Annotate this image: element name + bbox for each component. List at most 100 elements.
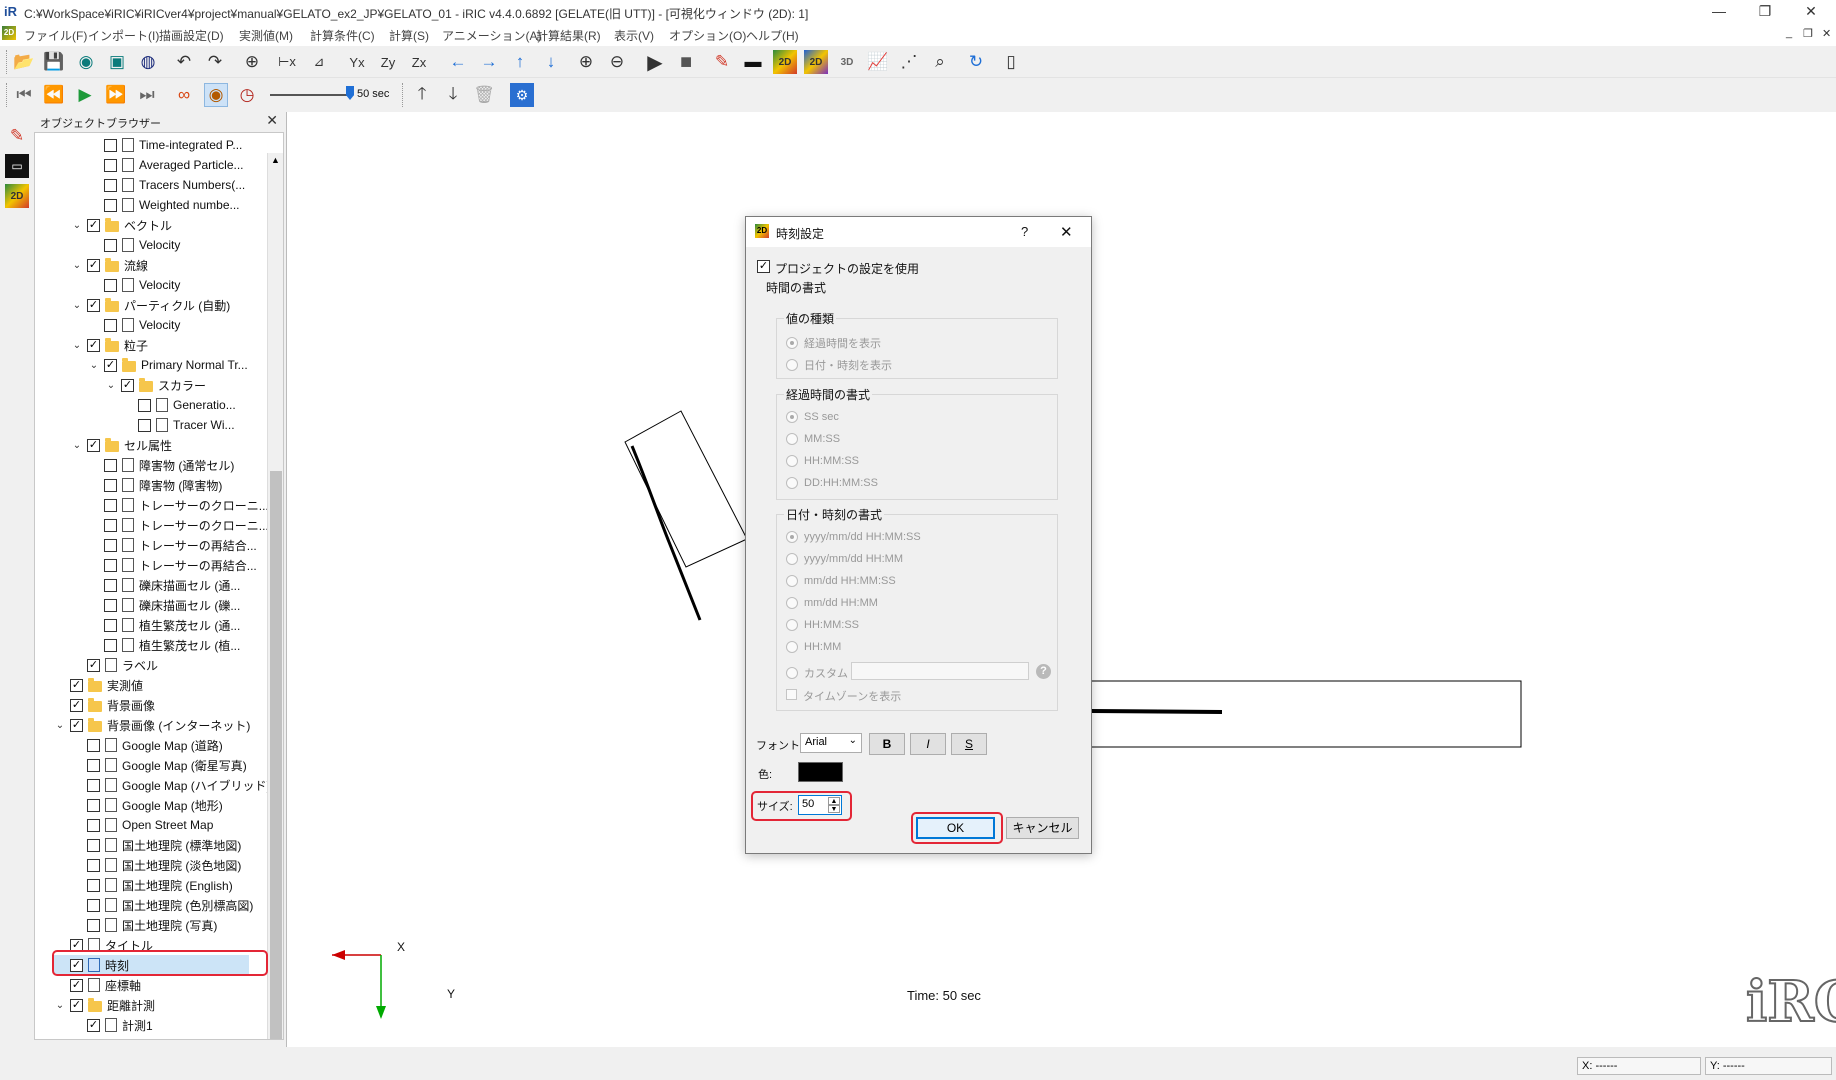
tree-row[interactable]: 国土地理院 (標準地図) — [71, 835, 241, 855]
expand-toggle-icon[interactable]: ⌄ — [54, 720, 66, 731]
tree-checkbox[interactable] — [104, 638, 117, 652]
tree-row[interactable]: Tracers Numbers(... — [88, 175, 245, 195]
tree-row[interactable]: 植生繁茂セル (植... — [88, 635, 240, 655]
expand-toggle-icon[interactable]: ⌄ — [71, 340, 83, 351]
tree-row[interactable]: Weighted numbe... — [88, 195, 240, 215]
tree-row[interactable]: Open Street Map — [71, 815, 213, 835]
console-window-icon[interactable]: ▭ — [5, 154, 29, 178]
tree-checkbox[interactable] — [104, 498, 117, 512]
tree-checkbox[interactable] — [87, 738, 100, 752]
reload-icon[interactable]: ↻ — [964, 50, 988, 74]
arrow-down-icon[interactable]: ↓ — [539, 50, 563, 74]
radio-ss-sec[interactable]: SS sec — [786, 411, 839, 423]
tree-row[interactable]: 礫床描画セル (通... — [88, 575, 240, 595]
toolbar-grip[interactable] — [6, 83, 9, 107]
tree-row[interactable]: Google Map (地形) — [71, 795, 223, 815]
dialog-help-button[interactable]: ? — [1021, 224, 1028, 239]
tree-checkbox[interactable] — [87, 878, 100, 892]
snapshot-icon[interactable]: ◉ — [74, 50, 98, 74]
scroll-up-icon[interactable]: ▲ — [271, 155, 280, 165]
step-forward-icon[interactable]: ⏩ — [104, 83, 128, 107]
menu-results[interactable]: 計算結果(R) — [536, 27, 601, 44]
toolbar-grip[interactable] — [402, 83, 405, 107]
tree-row[interactable]: Velocity — [88, 235, 180, 255]
italic-button[interactable]: I — [910, 733, 946, 755]
tree-row[interactable]: ⌄ ✓ パーティクル (自動) — [71, 295, 230, 315]
menu-calc-conditions[interactable]: 計算条件(C) — [310, 27, 375, 44]
zoom-out-icon[interactable]: ⊖ — [605, 50, 629, 74]
expand-toggle-icon[interactable]: ⌄ — [71, 260, 83, 271]
tree-row[interactable]: ⌄ ✓ 流線 — [71, 255, 148, 275]
tree-row[interactable]: トレーサーのクローニ... — [88, 495, 269, 515]
console-icon[interactable]: ▬ — [741, 50, 765, 74]
tree-row[interactable]: Google Map (衛星写真) — [71, 755, 247, 775]
pencil-icon[interactable]: ✎ — [710, 50, 734, 74]
loop-icon[interactable]: ∞ — [172, 83, 196, 107]
zoom-in-icon[interactable]: ⊕ — [574, 50, 598, 74]
tree-checkbox[interactable] — [104, 538, 117, 552]
tree-checkbox[interactable]: ✓ — [87, 258, 100, 272]
tree-checkbox[interactable] — [87, 778, 100, 792]
radio-hh-mm-ss[interactable]: HH:MM:SS — [786, 455, 859, 467]
dialog-close-button[interactable]: ✕ — [1060, 223, 1073, 241]
tree-row[interactable]: 障害物 (障害物) — [88, 475, 222, 495]
tree-row[interactable]: ⌄ ✓ セル属性 — [71, 435, 172, 455]
view-zy-icon[interactable]: Zy — [376, 50, 400, 74]
axis-x-icon[interactable]: ⊢x — [275, 50, 299, 74]
tree-row[interactable]: 国土地理院 (English) — [71, 875, 233, 895]
tree-checkbox[interactable] — [138, 398, 151, 412]
size-spinbox[interactable]: 50 ▲ ▼ — [798, 795, 842, 815]
tree-row[interactable]: Tracer Wi... — [122, 415, 235, 435]
follow-icon[interactable]: ◉ — [204, 83, 228, 107]
tree-checkbox[interactable] — [104, 518, 117, 532]
expand-toggle-icon[interactable]: ⌄ — [88, 360, 100, 371]
magnify-chart-icon[interactable]: ⌕ — [928, 50, 952, 74]
tree-checkbox[interactable] — [104, 458, 117, 472]
tree-checkbox[interactable]: ✓ — [87, 218, 100, 232]
restore-window-button[interactable]: ❐ — [1742, 0, 1788, 24]
run-icon[interactable]: ▶ — [643, 50, 667, 74]
radio-hms[interactable]: HH:MM:SS — [786, 619, 859, 631]
tree-checkbox[interactable]: ✓ — [121, 378, 134, 392]
zoom-fit-icon[interactable]: ⊕ — [240, 50, 264, 74]
tree-row[interactable]: ⌄ ✓ 粒子 — [71, 335, 148, 355]
tree-checkbox[interactable]: ✓ — [87, 438, 100, 452]
play-icon[interactable]: ▶ — [73, 83, 97, 107]
tree-row[interactable]: ✓ ラベル — [71, 655, 158, 675]
close-window-button[interactable]: ✕ — [1788, 0, 1834, 24]
bold-button[interactable]: B — [869, 733, 905, 755]
timeline-slider-thumb[interactable] — [346, 86, 354, 100]
radio-ymd-hm[interactable]: yyyy/mm/dd HH:MM — [786, 553, 903, 565]
arrow-up-icon[interactable]: ↑ — [508, 50, 532, 74]
tree-row[interactable]: トレーサーのクローニ... — [88, 515, 269, 535]
tree-checkbox[interactable] — [104, 198, 117, 212]
tree-row[interactable]: ✓ 座標軸 — [54, 975, 141, 995]
custom-format-input[interactable] — [851, 662, 1029, 680]
save-icon[interactable]: 💾 — [42, 50, 66, 74]
menu-view[interactable]: 表示(V) — [614, 27, 654, 44]
radio-elapsed[interactable]: 経過時間を表示 — [786, 335, 881, 351]
delete-icon[interactable]: 🗑 — [472, 83, 496, 107]
move-up-icon[interactable]: 🡑 — [410, 83, 434, 107]
scrollbar-thumb[interactable] — [270, 471, 282, 1039]
properties-gear-icon[interactable]: ⚙ — [510, 83, 534, 107]
tree-checkbox[interactable] — [104, 158, 117, 172]
tree-checkbox[interactable] — [104, 278, 117, 292]
font-select[interactable]: Arial ⌄ — [800, 733, 862, 753]
tree-checkbox[interactable] — [104, 558, 117, 572]
tree-row[interactable]: Time-integrated P... — [88, 135, 242, 155]
tree-checkbox[interactable]: ✓ — [87, 298, 100, 312]
tree-checkbox[interactable] — [104, 618, 117, 632]
tree-checkbox[interactable] — [87, 818, 100, 832]
tree-row[interactable]: 植生繁茂セル (通... — [88, 615, 240, 635]
menu-import[interactable]: インポート(I) — [88, 27, 159, 44]
tree-checkbox[interactable] — [104, 238, 117, 252]
tree-checkbox[interactable] — [87, 798, 100, 812]
use-project-checkbox[interactable]: ✓ — [757, 260, 770, 273]
radio-datetime[interactable]: 日付・時刻を表示 — [786, 357, 892, 373]
radio-mm-ss[interactable]: MM:SS — [786, 433, 840, 445]
tree-checkbox[interactable] — [87, 758, 100, 772]
radio-md-hm[interactable]: mm/dd HH:MM — [786, 597, 878, 609]
redo-icon[interactable]: ↷ — [203, 50, 227, 74]
menu-help[interactable]: ヘルプ(H) — [746, 27, 799, 44]
